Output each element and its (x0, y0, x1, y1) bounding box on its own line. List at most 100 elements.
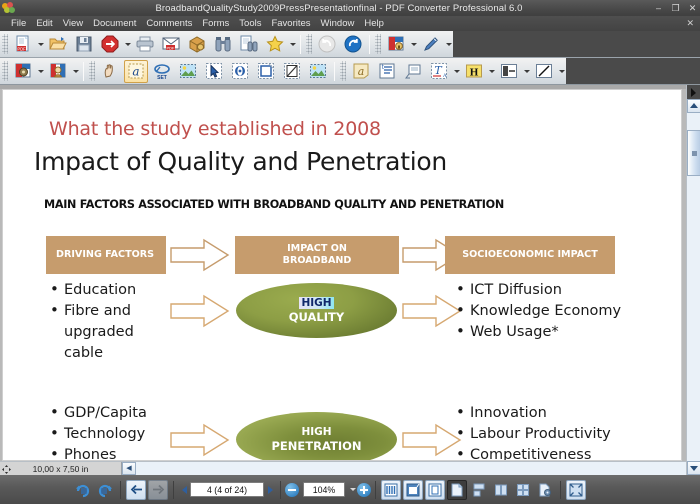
convert-pdf-dropdown-icon[interactable] (123, 33, 132, 56)
list-item: Technology (49, 423, 189, 445)
resize-handle-icon[interactable] (2, 465, 11, 474)
redo-button[interactable] (341, 33, 365, 56)
vertical-scrollbar[interactable] (686, 85, 700, 475)
single-page-view-button[interactable] (447, 479, 467, 500)
full-screen-icon (569, 483, 583, 496)
strikeout-tool-button[interactable] (497, 60, 521, 83)
convert-pdf-button[interactable] (98, 33, 122, 56)
favorites-button[interactable] (263, 33, 287, 56)
actual-size-button[interactable] (381, 479, 401, 500)
menu-help[interactable]: Help (359, 17, 389, 30)
callout-tool-button[interactable] (401, 60, 425, 83)
text-edit-tool-button[interactable]: TA (427, 60, 451, 83)
object-select-tool-button[interactable] (202, 60, 226, 83)
menu-document[interactable]: Document (88, 17, 141, 30)
vertical-scroll-thumb[interactable] (687, 130, 700, 176)
pdf-page[interactable]: What the study established in 2008 Impac… (2, 89, 682, 461)
menu-file[interactable]: File (6, 17, 31, 30)
toolbar-grip[interactable] (89, 61, 95, 81)
text-edit-dropdown-icon[interactable] (452, 60, 461, 83)
line-dropdown-icon[interactable] (557, 60, 566, 83)
highlight-dropdown-icon[interactable] (487, 60, 496, 83)
certify-button[interactable] (46, 60, 70, 83)
search-button[interactable] (211, 33, 235, 56)
scroll-left-button[interactable]: ◀ (122, 462, 136, 475)
highlight-tool-button[interactable]: H (462, 60, 486, 83)
fit-width-button[interactable] (403, 479, 423, 500)
previous-page-button[interactable] (178, 480, 190, 500)
zoom-level-field[interactable]: 104% (303, 482, 345, 497)
continuous-facing-view-button[interactable] (513, 480, 533, 500)
page-properties-button[interactable] (535, 480, 555, 500)
split-view-handle[interactable] (687, 85, 700, 99)
stamp-dropdown-icon[interactable] (36, 60, 45, 83)
toolbar-grip[interactable] (375, 34, 381, 54)
email-button[interactable]: PDF (159, 33, 183, 56)
full-screen-button[interactable] (566, 479, 586, 500)
zoom-in-button[interactable] (357, 482, 371, 497)
continuous-view-button[interactable] (469, 480, 489, 500)
image-region-button[interactable] (306, 60, 330, 83)
secure-document-button[interactable] (384, 33, 408, 56)
line-tool-button[interactable] (532, 60, 556, 83)
loupe-tool-button[interactable] (228, 60, 252, 83)
hand-tool-button[interactable] (98, 60, 122, 83)
create-pdf-button[interactable]: PDF (11, 33, 35, 56)
rotate-clockwise-button[interactable] (73, 480, 93, 500)
horizontal-scrollbar[interactable]: 10,00 x 7,50 in ◀ (0, 461, 686, 476)
text-select-tool-button[interactable]: a (124, 59, 148, 83)
open-button[interactable] (46, 33, 70, 56)
find-in-document-button[interactable] (237, 33, 261, 56)
zoom-out-button[interactable] (285, 482, 299, 497)
sign-button[interactable] (419, 33, 443, 56)
document-viewport[interactable]: What the study established in 2008 Impac… (0, 85, 700, 476)
favorites-dropdown-icon[interactable] (288, 33, 297, 56)
split-cursor-icon (690, 87, 696, 97)
page-number-field[interactable]: 4 (4 of 24) (190, 482, 264, 497)
certify-dropdown-icon[interactable] (71, 60, 80, 83)
menu-view[interactable]: View (58, 17, 88, 30)
stamp-button[interactable] (11, 60, 35, 83)
note-tool-button[interactable]: a (349, 60, 373, 83)
strikeout-dropdown-icon[interactable] (522, 60, 531, 83)
facing-pages-view-button[interactable] (491, 480, 511, 500)
menu-favorites[interactable]: Favorites (266, 17, 315, 30)
rotate-counterclockwise-button[interactable] (95, 480, 115, 500)
close-button[interactable]: ✕ (687, 3, 698, 13)
undo-button[interactable] (315, 33, 339, 56)
list-item: Web Usage* (455, 321, 670, 343)
menu-tools[interactable]: Tools (234, 17, 266, 30)
triangle-up-icon (690, 103, 698, 108)
toolbar-grip[interactable] (340, 61, 346, 81)
back-button[interactable] (126, 479, 146, 500)
package-button[interactable] (185, 33, 209, 56)
create-pdf-dropdown-icon[interactable] (36, 33, 45, 56)
crop-tool-button[interactable] (254, 60, 278, 83)
minimize-button[interactable]: – (653, 3, 664, 13)
horizontal-scroll-track[interactable] (136, 462, 686, 475)
image-select-tool-button[interactable] (176, 60, 200, 83)
list-item: Fibre and upgraded cable (49, 300, 169, 364)
forward-button[interactable] (148, 479, 168, 500)
secure-document-dropdown-icon[interactable] (409, 33, 418, 56)
fit-page-button[interactable] (425, 479, 445, 500)
zoom-dropdown-icon[interactable] (349, 480, 357, 500)
restore-button[interactable]: ❐ (670, 3, 681, 13)
close-document-button[interactable]: ✕ (686, 18, 694, 29)
text-box-tool-button[interactable]: t (375, 60, 399, 83)
toolbar-grip[interactable] (306, 34, 312, 54)
sign-dropdown-icon[interactable] (444, 33, 453, 56)
menu-window[interactable]: Window (316, 17, 360, 30)
toolbar-grip[interactable] (2, 34, 8, 54)
next-page-button[interactable] (264, 480, 276, 500)
print-button[interactable] (133, 33, 157, 56)
scroll-up-button[interactable] (687, 99, 700, 113)
scroll-down-button[interactable] (687, 461, 700, 475)
menu-comments[interactable]: Comments (141, 17, 197, 30)
menu-forms[interactable]: Forms (197, 17, 234, 30)
redact-tool-button[interactable] (280, 60, 304, 83)
toolbar-grip[interactable] (2, 61, 8, 81)
save-button[interactable] (72, 33, 96, 56)
menu-edit[interactable]: Edit (31, 17, 57, 30)
set-tool-button[interactable]: SET (150, 60, 174, 83)
